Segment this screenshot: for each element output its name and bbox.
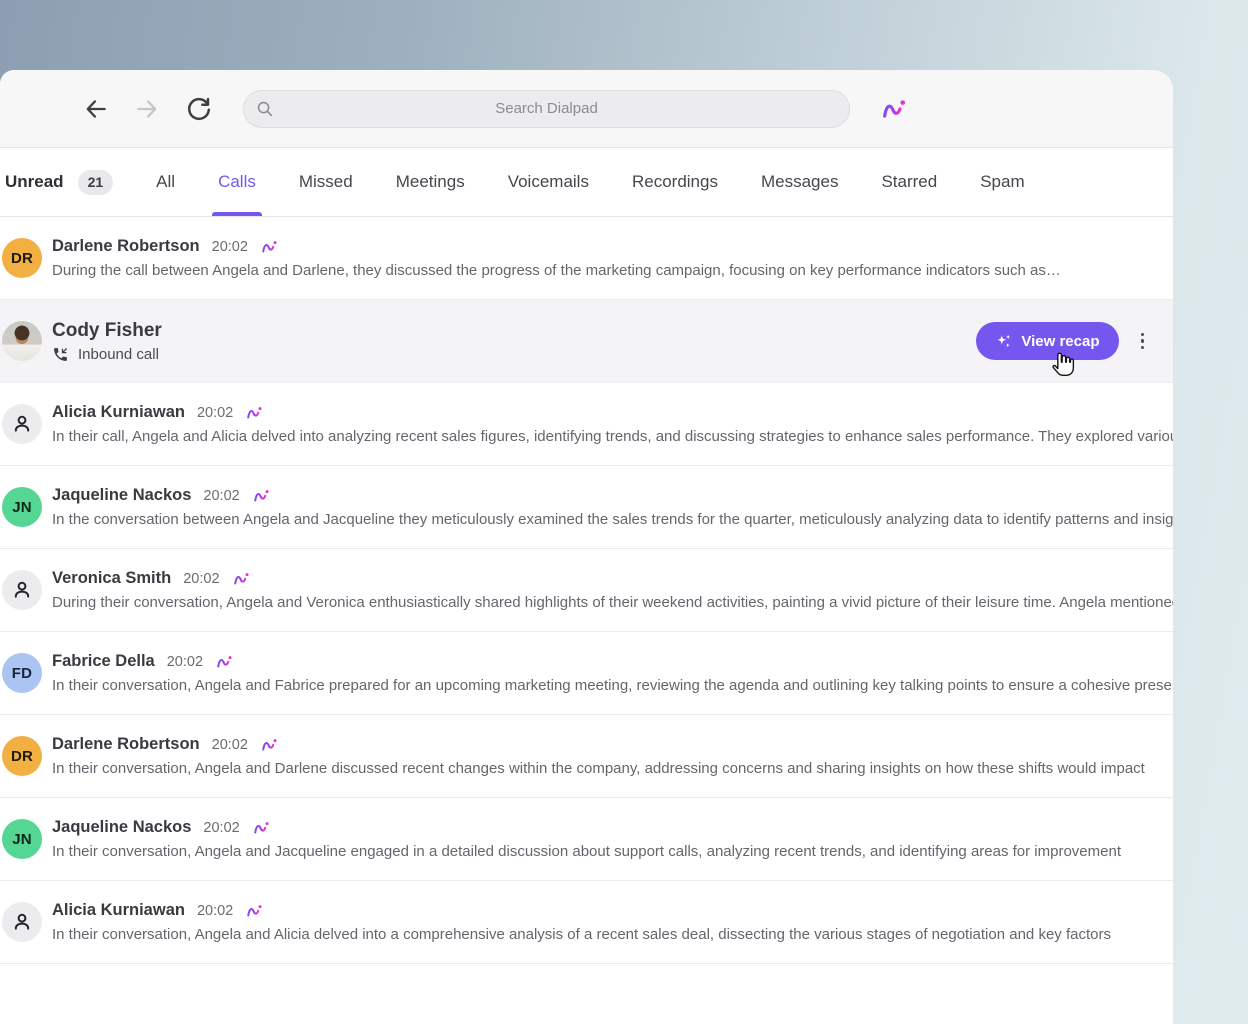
- person-icon: [11, 413, 33, 435]
- call-summary-preview: In their conversation, Angela and Alicia…: [52, 926, 1173, 943]
- avatar: DR: [2, 736, 42, 776]
- call-summary-preview: In their conversation, Angela and Jacque…: [52, 843, 1173, 860]
- call-type-label: Inbound call: [78, 346, 159, 363]
- call-summary-preview: In the conversation between Angela and J…: [52, 511, 1173, 528]
- ai-summary-icon: [253, 820, 271, 835]
- call-time: 20:02: [197, 405, 233, 421]
- tab-calls[interactable]: Calls: [218, 148, 256, 216]
- view-recap-label: View recap: [1021, 333, 1099, 350]
- ai-summary-icon: [261, 239, 279, 254]
- forward-icon[interactable]: [134, 96, 160, 122]
- call-list-item[interactable]: Alicia Kurniawan 20:02 In their call, An…: [0, 383, 1173, 466]
- ai-summary-icon: [246, 903, 264, 918]
- person-icon: [11, 579, 33, 601]
- call-list-item[interactable]: DR Darlene Robertson 20:02 In their conv…: [0, 715, 1173, 798]
- avatar: JN: [2, 819, 42, 859]
- tab-spam[interactable]: Spam: [980, 148, 1024, 216]
- avatar: JN: [2, 487, 42, 527]
- call-summary-preview: During their conversation, Angela and Ve…: [52, 594, 1173, 611]
- tab-messages[interactable]: Messages: [761, 148, 838, 216]
- browser-toolbar: [0, 70, 1173, 148]
- search-icon: [256, 100, 274, 118]
- view-recap-button[interactable]: View recap: [976, 322, 1118, 360]
- ai-summary-icon: [253, 488, 271, 503]
- call-list-item[interactable]: Veronica Smith 20:02 During their conver…: [0, 549, 1173, 632]
- avatar: [2, 404, 42, 444]
- search-input[interactable]: [244, 91, 849, 127]
- tab-starred[interactable]: Starred: [881, 148, 937, 216]
- ai-summary-icon: [261, 737, 279, 752]
- call-time: 20:02: [183, 571, 219, 587]
- dialpad-ai-logo: [881, 97, 909, 120]
- inbound-call-icon: [52, 346, 69, 363]
- more-options-icon[interactable]: [1136, 327, 1150, 356]
- tab-missed[interactable]: Missed: [299, 148, 353, 216]
- call-list-item[interactable]: JN Jaqueline Nackos 20:02 In the convers…: [0, 466, 1173, 549]
- tab-meetings[interactable]: Meetings: [396, 148, 465, 216]
- reload-icon[interactable]: [186, 96, 212, 122]
- call-list-item-hovered[interactable]: Cody Fisher Inbound call: [0, 300, 1173, 383]
- avatar: [2, 902, 42, 942]
- sparkles-icon: [995, 333, 1012, 350]
- avatar: FD: [2, 653, 42, 693]
- call-summary-preview: In their conversation, Angela and Darlen…: [52, 760, 1173, 777]
- call-time: 20:02: [167, 654, 203, 670]
- ai-summary-icon: [246, 405, 264, 420]
- avatar: [2, 321, 42, 361]
- unread-count-badge: 21: [78, 170, 114, 195]
- contact-name: Jaqueline Nackos: [52, 818, 191, 837]
- call-list-item[interactable]: Alicia Kurniawan 20:02 In their conversa…: [0, 881, 1173, 964]
- filter-tab-bar: Unread 21 All Calls Missed Meetings Voic…: [0, 148, 1173, 217]
- contact-name: Darlene Robertson: [52, 237, 200, 256]
- contact-name: Fabrice Della: [52, 652, 155, 671]
- back-icon[interactable]: [83, 96, 109, 122]
- call-summary-preview: In their call, Angela and Alicia delved …: [52, 428, 1173, 445]
- call-summary-preview: During the call between Angela and Darle…: [52, 262, 1173, 279]
- ai-summary-icon: [216, 654, 234, 669]
- contact-name: Jaqueline Nackos: [52, 486, 191, 505]
- contact-name: Alicia Kurniawan: [52, 901, 185, 920]
- call-list-item[interactable]: DR Darlene Robertson 20:02 During the ca…: [0, 217, 1173, 300]
- avatar: [2, 570, 42, 610]
- call-time: 20:02: [203, 820, 239, 836]
- avatar: DR: [2, 238, 42, 278]
- search-bar[interactable]: [243, 90, 850, 128]
- tab-voicemails[interactable]: Voicemails: [508, 148, 589, 216]
- contact-name: Alicia Kurniawan: [52, 403, 185, 422]
- tab-recordings[interactable]: Recordings: [632, 148, 718, 216]
- contact-name: Veronica Smith: [52, 569, 171, 588]
- contact-name: Cody Fisher: [52, 320, 162, 342]
- call-list-item[interactable]: FD Fabrice Della 20:02 In their conversa…: [0, 632, 1173, 715]
- unread-filter[interactable]: Unread 21: [5, 170, 113, 195]
- call-time: 20:02: [212, 239, 248, 255]
- contact-name: Darlene Robertson: [52, 735, 200, 754]
- call-list-item[interactable]: JN Jaqueline Nackos 20:02 In their conve…: [0, 798, 1173, 881]
- ai-summary-icon: [233, 571, 251, 586]
- call-time: 20:02: [197, 903, 233, 919]
- call-time: 20:02: [203, 488, 239, 504]
- call-summary-preview: In their conversation, Angela and Fabric…: [52, 677, 1173, 694]
- call-time: 20:02: [212, 737, 248, 753]
- call-list: DR Darlene Robertson 20:02 During the ca…: [0, 217, 1173, 964]
- tab-all[interactable]: All: [156, 148, 175, 216]
- unread-label: Unread: [5, 172, 64, 192]
- dialpad-inbox-window: Unread 21 All Calls Missed Meetings Voic…: [0, 70, 1173, 1024]
- person-icon: [11, 911, 33, 933]
